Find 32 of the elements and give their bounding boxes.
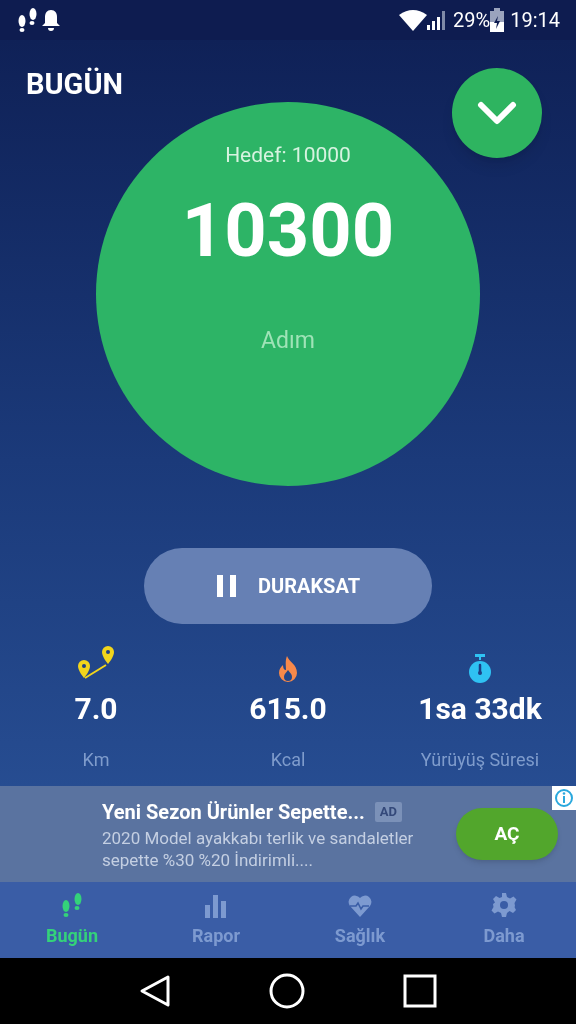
recents-button[interactable] (403, 974, 437, 1008)
nav-tab[interactable]: Bugün (0, 882, 144, 958)
battery-icon (490, 8, 505, 32)
ad-description: 2020 Model ayakkabı terlik ve sandaletler sepette %30 %20 İndirimli.... (102, 827, 415, 871)
nav-tab[interactable]: Rapor (144, 882, 288, 958)
chevron-down-icon (477, 101, 517, 125)
nav-tab[interactable]: Daha (432, 882, 576, 958)
bell-icon (40, 8, 62, 32)
settings-icon (491, 891, 517, 920)
open-ad-button[interactable]: AÇ (456, 808, 558, 860)
battery-percent: 29% (453, 7, 491, 34)
info-icon[interactable] (552, 786, 576, 810)
stat-label: Km (82, 748, 110, 772)
step-count: 10300 (181, 193, 395, 268)
ad-label: AD (374, 802, 403, 822)
pause-icon (215, 575, 238, 597)
back-button[interactable] (139, 974, 171, 1008)
stopwatch-icon (467, 654, 493, 684)
stat-value: 1sa 33dk (418, 694, 542, 724)
stat-value: 615.0 (249, 694, 327, 724)
wifi-icon (399, 9, 428, 31)
goal-label: Hedef: 10000 (225, 142, 351, 169)
steps-unit: Adım (261, 325, 315, 356)
stat-label: Yürüyüş Süresi (420, 748, 540, 772)
stat-label: Kcal (270, 748, 306, 772)
home-button[interactable] (269, 973, 305, 1009)
pause-button[interactable]: DURAKSAT (144, 548, 432, 624)
ad-banner[interactable]: Yeni Sezon Ürünler Sepette... AD 2020 Model ayakkabı terlik ve sandaletler sepette %30 %20 İndirimli.... AÇ (0, 786, 576, 882)
clock-time: 19:14 (510, 7, 560, 34)
nav-tab[interactable]: Sağlık (288, 882, 432, 958)
stat-value: 7.0 (74, 694, 118, 724)
ad-title: Yeni Sezon Ürünler Sepette... (102, 799, 365, 826)
